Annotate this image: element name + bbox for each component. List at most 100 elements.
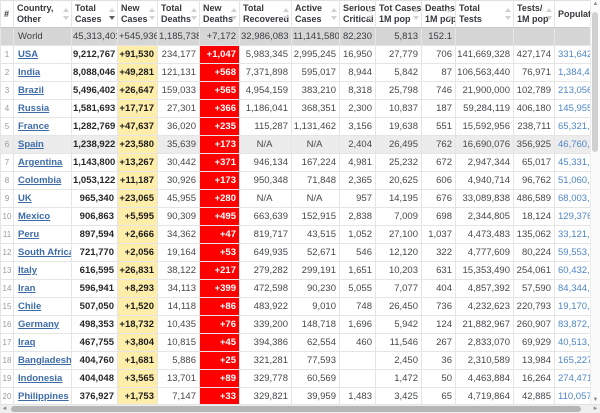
country-link[interactable]: South Africa <box>18 247 71 258</box>
column-header-total-deaths[interactable]: Total Deaths <box>157 0 200 28</box>
country-link[interactable]: Colombia <box>18 175 61 186</box>
cell-recovered: 950,348 <box>239 171 292 190</box>
country-cell: Peru <box>13 225 72 244</box>
country-link[interactable]: Germany <box>18 319 59 330</box>
cell-total-cases: 9,212,767 <box>71 45 118 64</box>
column-header-tests-1m[interactable]: Tests/1M pop <box>513 0 555 28</box>
cell-total-cases: 467,755 <box>71 333 118 352</box>
cell-cases-1m: 1,472 <box>375 369 422 388</box>
cell-deaths-1m: 736 <box>421 297 456 316</box>
cell-active: 11,141,580 <box>291 27 340 46</box>
column-header-total-recovered[interactable]: Total Recovered <box>239 0 292 28</box>
column-header-serious-critical[interactable]: Serious, Critical <box>339 0 376 28</box>
country-link[interactable]: Spain <box>18 139 44 150</box>
cell-serious: 2,404 <box>339 135 376 154</box>
cell-total-tests: 4,232,623 <box>455 297 514 316</box>
horizontal-scrollbar[interactable]: ◄ ► <box>0 404 600 413</box>
country-link[interactable]: India <box>18 67 40 78</box>
cell-active: 90,230 <box>291 279 340 298</box>
cell-recovered: 819,717 <box>239 225 292 244</box>
column-header-total-cases[interactable]: Total Cases <box>71 0 118 28</box>
cell-new-deaths: +399 <box>199 279 240 298</box>
cell-deaths-1m: 187 <box>421 99 456 118</box>
cell-tests-1m: 42,885 <box>513 387 555 406</box>
country-link[interactable]: Chile <box>18 301 41 312</box>
country-link[interactable]: Iraq <box>18 337 35 348</box>
cell-serious: 1,651 <box>339 261 376 280</box>
column-header-country[interactable]: Country, Other <box>13 0 72 28</box>
cell-deaths-1m: 50 <box>421 369 456 388</box>
cell-recovered: 663,639 <box>239 207 292 226</box>
cell-total-deaths: 30,442 <box>157 153 200 172</box>
cell-serious: 1,696 <box>339 315 376 334</box>
cell-new-cases: +11,187 <box>117 171 158 190</box>
column-header-deaths-1m[interactable]: Deaths/1M pop <box>421 0 456 28</box>
country-link[interactable]: France <box>18 121 49 132</box>
cell-total-cases: 906,863 <box>71 207 118 226</box>
country-link[interactable]: Italy <box>18 265 37 276</box>
cell-active: 148,718 <box>291 315 340 334</box>
cell-total-deaths: 36,020 <box>157 117 200 136</box>
scroll-right-arrow-icon[interactable]: ► <box>591 405 600 413</box>
vertical-scrollbar-thumb[interactable] <box>592 12 598 152</box>
country-link[interactable]: Bangladesh <box>18 355 71 366</box>
column-header-new-deaths[interactable]: New Deaths <box>199 0 240 28</box>
column-header-new-cases[interactable]: New Cases <box>117 0 158 28</box>
country-link[interactable]: UK <box>18 193 32 204</box>
rank-cell: 17 <box>0 333 14 352</box>
country-cell: Iran <box>13 279 72 298</box>
table-row: 15 Chile 507,050 +1,520 14,118 +86 483,922 9,01… <box>0 297 600 316</box>
table-header-row: # Country, Other Total Cases New Cases Total Dea… <box>0 0 600 28</box>
table-row: 1 USA 9,212,767 +91,530 234,177 +1,047 5,983,3… <box>0 45 600 64</box>
vertical-scrollbar[interactable]: ▲ ▼ <box>590 0 600 405</box>
cell-new-cases: +1,681 <box>117 351 158 370</box>
cell-serious: 1,052 <box>339 225 376 244</box>
cell-total-deaths: 234,177 <box>157 45 200 64</box>
country-link[interactable]: USA <box>18 49 38 60</box>
sort-icon <box>545 8 552 20</box>
cell-new-cases: +3,565 <box>117 369 158 388</box>
cell-serious: 8,944 <box>339 63 376 82</box>
cell-tests-1m: 76,971 <box>513 63 555 82</box>
cell-recovered: 279,282 <box>239 261 292 280</box>
cell-total-tests: 4,777,609 <box>455 243 514 262</box>
cell-total-cases: 897,594 <box>71 225 118 244</box>
cell-total-cases: 1,282,769 <box>71 117 118 136</box>
cell-tests-1m: 57,590 <box>513 279 555 298</box>
cell-recovered: 472,598 <box>239 279 292 298</box>
cell-total-cases: 616,595 <box>71 261 118 280</box>
country-cell: Brazil <box>13 81 72 100</box>
country-link[interactable]: Mexico <box>18 211 50 222</box>
country-link[interactable]: Indonesia <box>18 373 62 384</box>
horizontal-scrollbar-thumb[interactable] <box>11 406 581 412</box>
rank-cell: 8 <box>0 171 14 190</box>
cell-active: 167,224 <box>291 153 340 172</box>
cell-active: 77,593 <box>291 351 340 370</box>
country-link[interactable]: Argentina <box>18 157 62 168</box>
country-link[interactable]: Peru <box>18 229 39 240</box>
country-cell: Germany <box>13 315 72 334</box>
cell-new-deaths: +33 <box>199 387 240 406</box>
country-link[interactable]: Philippines <box>18 391 69 402</box>
country-link[interactable]: Russia <box>18 103 49 114</box>
cell-new-cases: +47,637 <box>117 117 158 136</box>
cell-cases-1m: 25,232 <box>375 153 422 172</box>
country-cell: Chile <box>13 297 72 316</box>
column-header-total-tests[interactable]: Total Tests <box>455 0 514 28</box>
column-header-active-cases[interactable]: Active Cases <box>291 0 340 28</box>
sort-icon <box>108 8 115 20</box>
scroll-up-arrow-icon[interactable]: ▲ <box>591 0 600 9</box>
column-header-tot-cases-1m[interactable]: Tot Cases/1M pop <box>375 0 422 28</box>
scroll-left-arrow-icon[interactable]: ◄ <box>0 405 9 413</box>
sort-icon <box>148 8 155 20</box>
cell-recovered: 321,281 <box>239 351 292 370</box>
cell-deaths-1m: 676 <box>421 189 456 208</box>
cell-total-deaths: 1,185,738 <box>157 27 200 46</box>
cell-cases-1m: 10,203 <box>375 261 422 280</box>
country-link[interactable]: Iran <box>18 283 35 294</box>
cell-total-deaths: 10,435 <box>157 315 200 334</box>
cell-new-cases: +23,580 <box>117 135 158 154</box>
country-link[interactable]: Brazil <box>18 85 44 96</box>
cell-new-cases: +17,717 <box>117 99 158 118</box>
country-cell: USA <box>13 45 72 64</box>
